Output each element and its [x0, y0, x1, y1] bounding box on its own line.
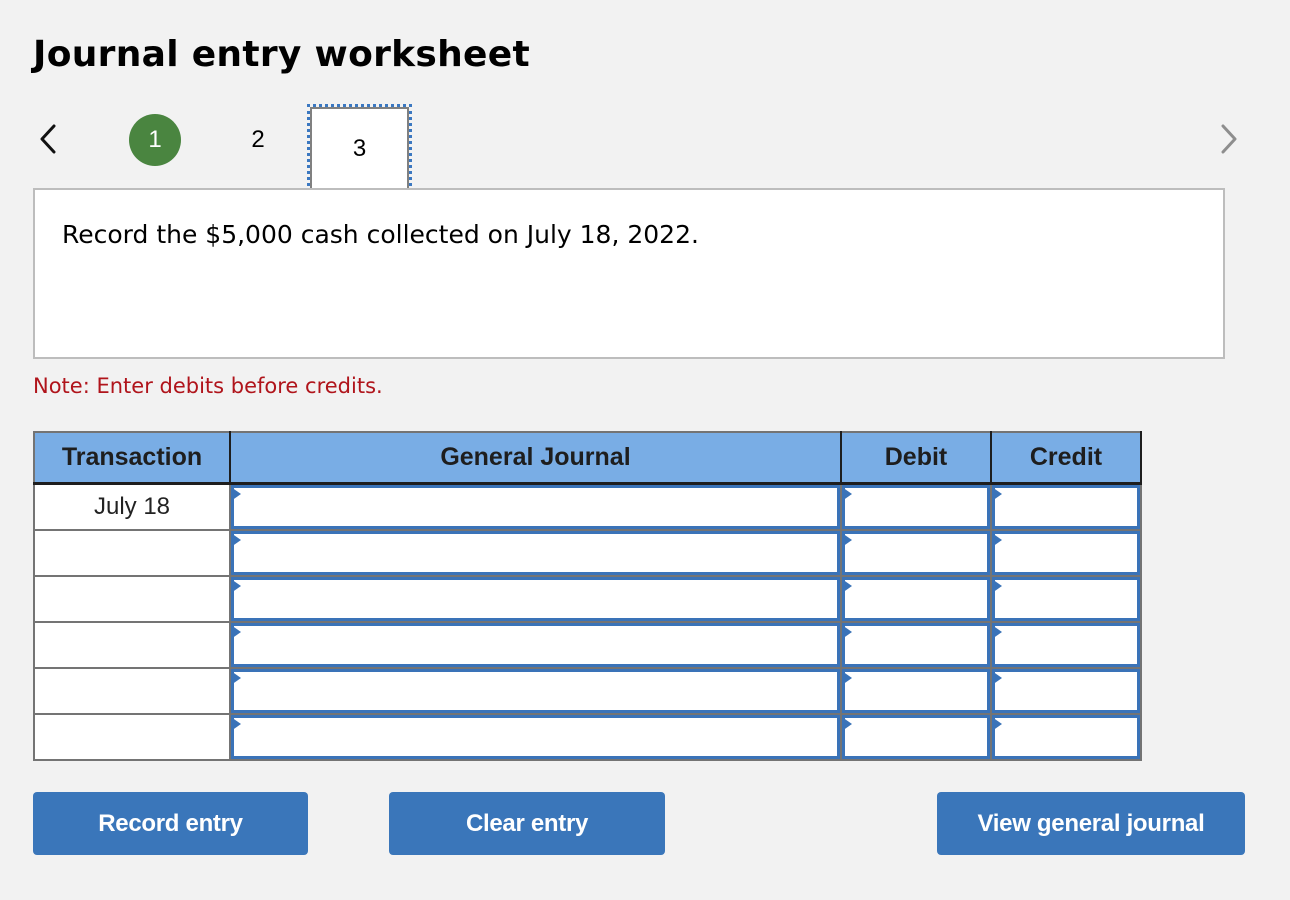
table-row — [33, 575, 1142, 623]
dropdown-flag-icon — [231, 717, 241, 731]
debit-input[interactable] — [842, 485, 990, 529]
record-entry-button[interactable]: Record entry — [33, 792, 308, 855]
step-3-tab[interactable]: 3 — [307, 104, 412, 193]
debit-cell — [840, 575, 992, 623]
question-panel: Record the $5,000 cash collected on July… — [33, 188, 1225, 359]
account-cell — [229, 575, 842, 623]
credit-input[interactable] — [992, 715, 1140, 759]
debit-input[interactable] — [842, 531, 990, 575]
debit-cell — [840, 621, 992, 669]
debit-input[interactable] — [842, 623, 990, 667]
record-entry-label: Record entry — [98, 809, 243, 837]
debit-cell — [840, 482, 992, 531]
next-button[interactable] — [1214, 118, 1244, 160]
header-transaction: Transaction — [34, 432, 231, 485]
step-2-tab[interactable]: 2 — [232, 114, 284, 166]
account-cell — [229, 621, 842, 669]
account-input[interactable] — [231, 669, 840, 713]
chevron-left-icon — [40, 124, 56, 154]
dropdown-flag-icon — [842, 533, 852, 547]
transaction-cell: July 18 — [33, 482, 231, 531]
credit-cell — [990, 667, 1142, 715]
step-2-label: 2 — [251, 126, 265, 153]
dropdown-flag-icon — [842, 487, 852, 501]
dropdown-flag-icon — [231, 671, 241, 685]
dropdown-flag-icon — [231, 625, 241, 639]
header-general-journal: General Journal — [230, 432, 842, 485]
dropdown-flag-icon — [842, 579, 852, 593]
dropdown-flag-icon — [231, 579, 241, 593]
account-input[interactable] — [231, 531, 840, 575]
account-cell — [229, 667, 842, 715]
credit-cell — [990, 621, 1142, 669]
dropdown-flag-icon — [231, 533, 241, 547]
debit-input[interactable] — [842, 715, 990, 759]
dropdown-flag-icon — [992, 579, 1002, 593]
debit-input[interactable] — [842, 577, 990, 621]
view-general-journal-button[interactable]: View general journal — [937, 792, 1245, 855]
transaction-cell — [33, 621, 231, 669]
debit-cell — [840, 529, 992, 577]
previous-button[interactable] — [33, 118, 63, 160]
view-general-journal-label: View general journal — [977, 809, 1205, 837]
account-input[interactable] — [231, 623, 840, 667]
header-credit: Credit — [991, 432, 1142, 485]
credit-input[interactable] — [992, 577, 1140, 621]
debit-cell — [840, 713, 992, 761]
dropdown-flag-icon — [992, 625, 1002, 639]
credit-cell — [990, 482, 1142, 531]
journal-entry-table: Transaction General Journal Debit Credit… — [33, 431, 1142, 761]
credit-cell — [990, 575, 1142, 623]
account-input[interactable] — [231, 715, 840, 759]
table-row — [33, 667, 1142, 715]
dropdown-flag-icon — [992, 533, 1002, 547]
debit-cell — [840, 667, 992, 715]
debit-input[interactable] — [842, 669, 990, 713]
page-title: Journal entry worksheet — [33, 34, 530, 75]
transaction-cell — [33, 713, 231, 761]
table-row — [33, 621, 1142, 669]
table-row — [33, 529, 1142, 577]
step-3-label: 3 — [352, 134, 367, 162]
table-header-row: Transaction General Journal Debit Credit — [34, 432, 1142, 485]
account-input[interactable] — [231, 577, 840, 621]
credit-input[interactable] — [992, 531, 1140, 575]
dropdown-flag-icon — [842, 671, 852, 685]
credit-input[interactable] — [992, 623, 1140, 667]
credit-input[interactable] — [992, 485, 1140, 529]
account-input[interactable] — [231, 485, 840, 529]
dropdown-flag-icon — [992, 487, 1002, 501]
clear-entry-button[interactable]: Clear entry — [389, 792, 665, 855]
account-cell — [229, 713, 842, 761]
dropdown-flag-icon — [842, 717, 852, 731]
instruction-note: Note: Enter debits before credits. — [33, 374, 383, 398]
table-row: July 18 — [33, 482, 1142, 531]
dropdown-flag-icon — [842, 625, 852, 639]
transaction-cell — [33, 575, 231, 623]
chevron-right-icon — [1221, 124, 1237, 154]
account-cell — [229, 482, 842, 531]
transaction-cell — [33, 667, 231, 715]
question-text: Record the $5,000 cash collected on July… — [62, 220, 699, 249]
credit-input[interactable] — [992, 669, 1140, 713]
step-1-tab[interactable]: 1 — [129, 114, 181, 166]
account-cell — [229, 529, 842, 577]
header-debit: Debit — [841, 432, 992, 485]
credit-cell — [990, 713, 1142, 761]
transaction-cell — [33, 529, 231, 577]
clear-entry-label: Clear entry — [465, 809, 589, 837]
table-row — [33, 713, 1142, 761]
dropdown-flag-icon — [231, 487, 241, 501]
credit-cell — [990, 529, 1142, 577]
dropdown-flag-icon — [992, 717, 1002, 731]
step-1-label: 1 — [148, 126, 162, 153]
dropdown-flag-icon — [992, 671, 1002, 685]
